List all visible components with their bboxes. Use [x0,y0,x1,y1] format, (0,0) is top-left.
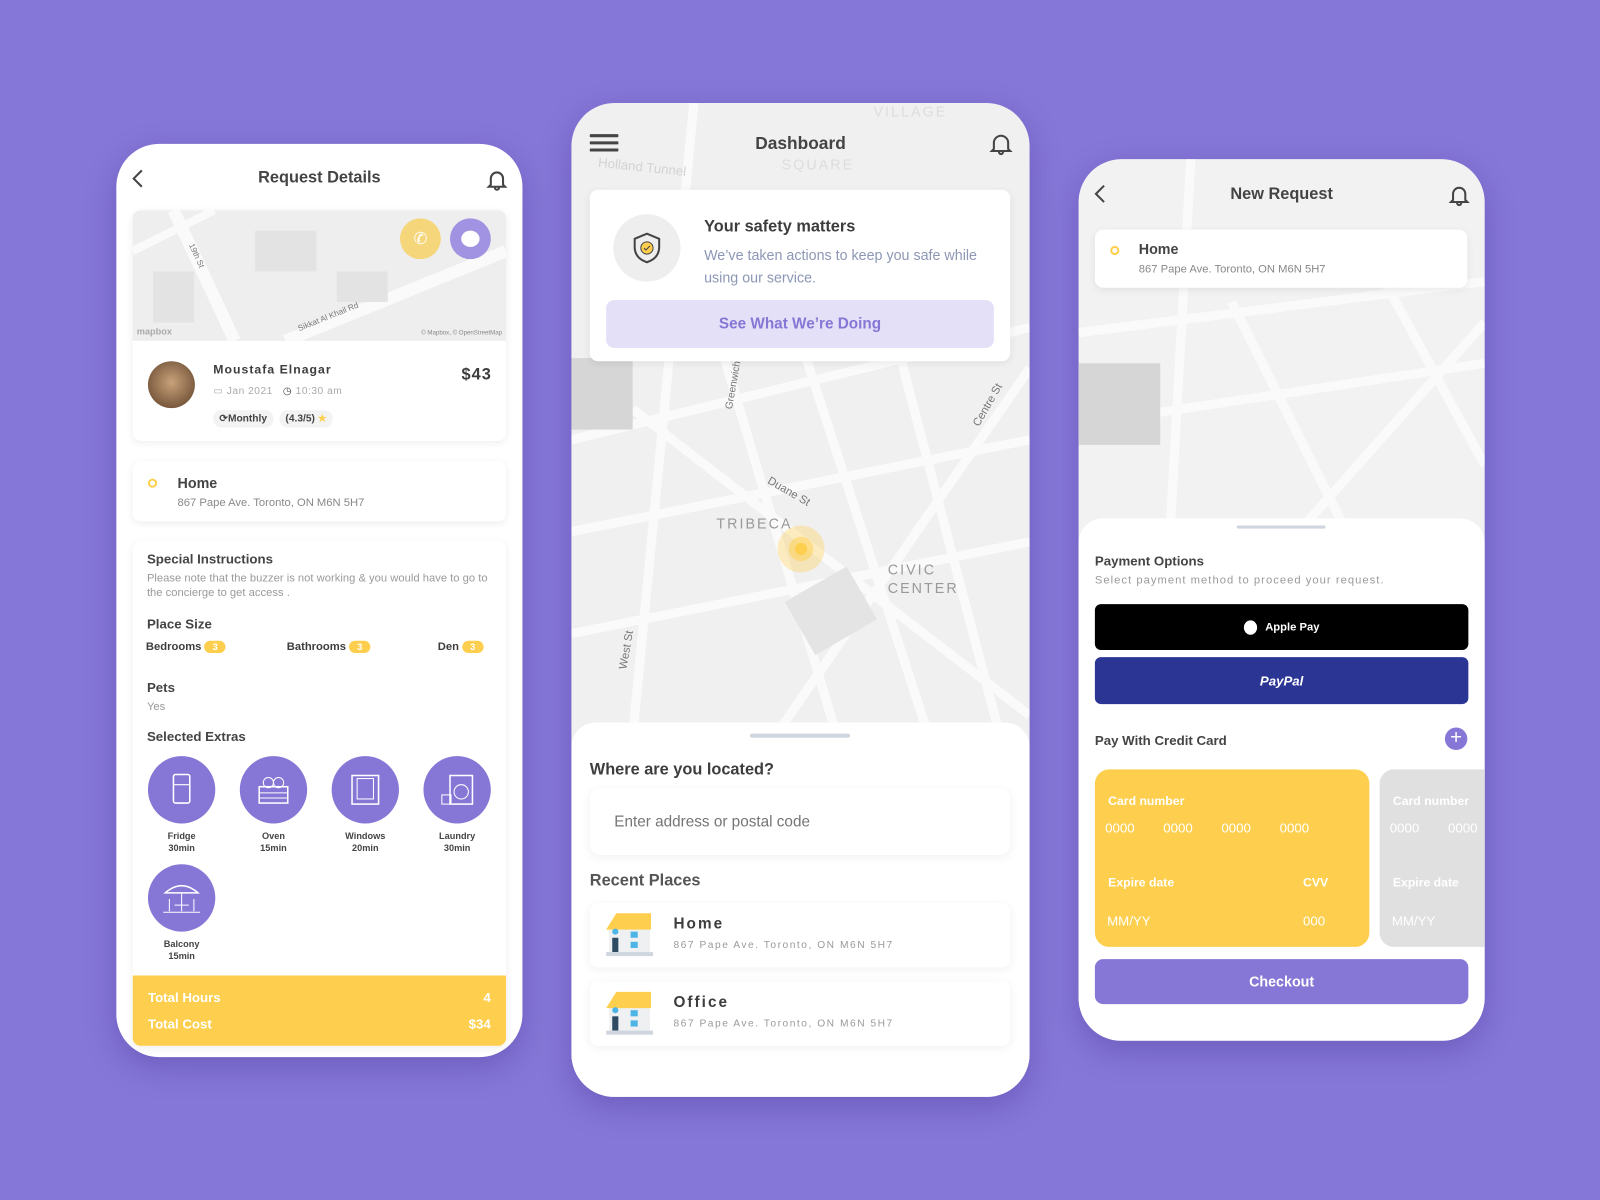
add-card-button[interactable]: + [1444,727,1468,750]
map-attribution[interactable]: © Mapbox, © OpenStreetMap [421,331,502,337]
location-dot-icon [147,478,158,488]
safety-title: Your safety matters [704,218,856,236]
chat-button[interactable] [449,218,491,260]
map[interactable] [1078,159,1485,527]
location-dot-icon [1110,245,1120,256]
place-name: Home [673,915,725,933]
drag-handle[interactable] [1236,525,1326,529]
recent-place-office[interactable]: Office 867 Pape Ave. Toronto, ON M6N 5H7 [589,981,1011,1046]
address-search-input[interactable] [589,788,1011,856]
apple-icon [1243,619,1258,635]
extra-windows[interactable]: Windows 20min [324,756,406,854]
extra-oven[interactable]: Oven 15min [233,756,315,854]
clock-icon: ◷ [282,385,293,397]
star-icon: ★ [317,413,327,425]
checkout-button[interactable]: Checkout [1094,959,1469,1005]
safety-card: Your safety matters We’ve taken actions … [589,189,1011,362]
location-pin [777,525,825,573]
page-title: New Request [1230,185,1333,204]
window-icon [351,774,380,805]
washing-machine-icon [441,774,474,805]
pets-value: Yes [146,701,166,714]
instructions-text: Please note that the buzzer is not worki… [146,572,488,599]
credit-card-inactive[interactable]: Card number 0000 0000 Expire date MM/YY [1379,769,1485,947]
bathrooms: Bathrooms 3 [287,641,371,654]
extras-heading: Selected Extras [146,728,246,744]
patio-umbrella-icon [163,884,200,913]
location-card[interactable]: Home 867 Pape Ave. Toronto, ON M6N 5H7 [1094,229,1468,288]
place-size-heading: Place Size [146,616,212,632]
oven-icon [258,777,289,804]
location-address: 867 Pape Ave. Toronto, ON M6N 5H7 [177,496,365,510]
extra-fridge[interactable]: Fridge 30min [141,756,223,854]
credit-card-heading: Pay With Credit Card [1094,732,1227,748]
apple-pay-button[interactable]: Apple Pay [1094,604,1469,650]
new-request-screen: New Request Home 867 Pape Ave. Toronto, … [1078,159,1485,1041]
total-cost-label: Total Cost [147,1016,212,1032]
total-cost-value: $34 [468,1016,491,1032]
map[interactable]: 19th St Sikkat Al Khail Rd mapbox © Mapb… [132,210,507,341]
safety-text: We’ve taken actions to keep you safe whi… [704,246,977,286]
map-label: CIVIC CENTER [887,561,959,596]
place-name: Office [673,993,730,1012]
recent-place-home[interactable]: Home 867 Pape Ave. Toronto, ON M6N 5H7 [589,903,1011,968]
extra-balcony[interactable]: Balcony 15min [141,864,223,962]
location-card[interactable]: Home 867 Pape Ave. Toronto, ON M6N 5H7 [132,461,507,522]
house-icon [606,913,654,957]
paypal-button[interactable]: PayPal [1094,657,1469,705]
phone-icon: ✆ [413,230,428,248]
calendar-icon: ▭ [213,385,224,397]
house-icon [606,991,654,1035]
location-name: Home [1138,240,1179,258]
page-title: Request Details [258,169,381,187]
place-address: 867 Pape Ave. Toronto, ON M6N 5H7 [673,939,894,952]
bell-icon[interactable] [486,168,508,191]
see-what-were-doing-button[interactable]: See What We’re Doing [606,299,994,348]
provider-card: 19th St Sikkat Al Khail Rd mapbox © Mapb… [132,210,507,441]
details-card: Special Instructions Please note that th… [132,540,507,1046]
drag-handle[interactable] [749,733,850,738]
page-title: Dashboard [755,133,846,154]
totals-bar: Total Hours 4 Total Cost $34 [132,975,507,1046]
pets-heading: Pets [146,679,175,695]
bedrooms: Bedrooms 3 [146,641,226,654]
fridge-icon [172,773,191,804]
map-label: VILLAGE [873,103,948,120]
den: Den 3 [438,641,484,654]
map-label: SQUARE [781,156,855,173]
paypal-logo: PayPal [1259,672,1304,689]
chat-bubble-icon [461,230,480,247]
mapbox-logo: mapbox [136,326,172,337]
dashboard-screen: Holland Tunnel SQUARE VILLAGE TRIBECA CI… [571,103,1030,1097]
price: $43 [461,366,492,384]
instructions-heading: Special Instructions [146,551,274,567]
date: Jan 2021 [226,385,273,397]
payment-sheet: Payment Options Select payment method to… [1078,518,1485,1041]
bell-icon[interactable] [1448,184,1470,207]
extra-laundry[interactable]: Laundry 30min [416,756,498,854]
time: 10:30 am [295,385,343,397]
frequency-badge: ⟳Monthly [213,410,274,428]
location-question: Where are you located? [589,761,774,779]
map-label: TRIBECA [716,515,793,532]
bell-icon[interactable] [989,132,1013,156]
payment-heading: Payment Options [1094,553,1204,569]
shield-check-icon [633,232,661,264]
avatar [147,361,195,409]
rating-badge: (4.3/5) ★ [279,410,334,428]
credit-card-active[interactable]: Card number 0000 0000 0000 0000 Expire d… [1094,769,1370,947]
location-name: Home [177,474,218,491]
call-button[interactable]: ✆ [399,218,441,260]
total-hours-label: Total Hours [147,989,221,1006]
place-address: 867 Pape Ave. Toronto, ON M6N 5H7 [673,1018,894,1030]
recent-places-heading: Recent Places [589,872,701,890]
payment-subtitle: Select payment method to proceed your re… [1094,574,1385,587]
location-address: 867 Pape Ave. Toronto, ON M6N 5H7 [1138,263,1326,276]
total-hours-value: 4 [483,989,491,1006]
provider-name: Moustafa Elnagar [213,362,332,377]
request-details-screen: Request Details 19th St Sikkat Al Khail … [116,143,523,1058]
